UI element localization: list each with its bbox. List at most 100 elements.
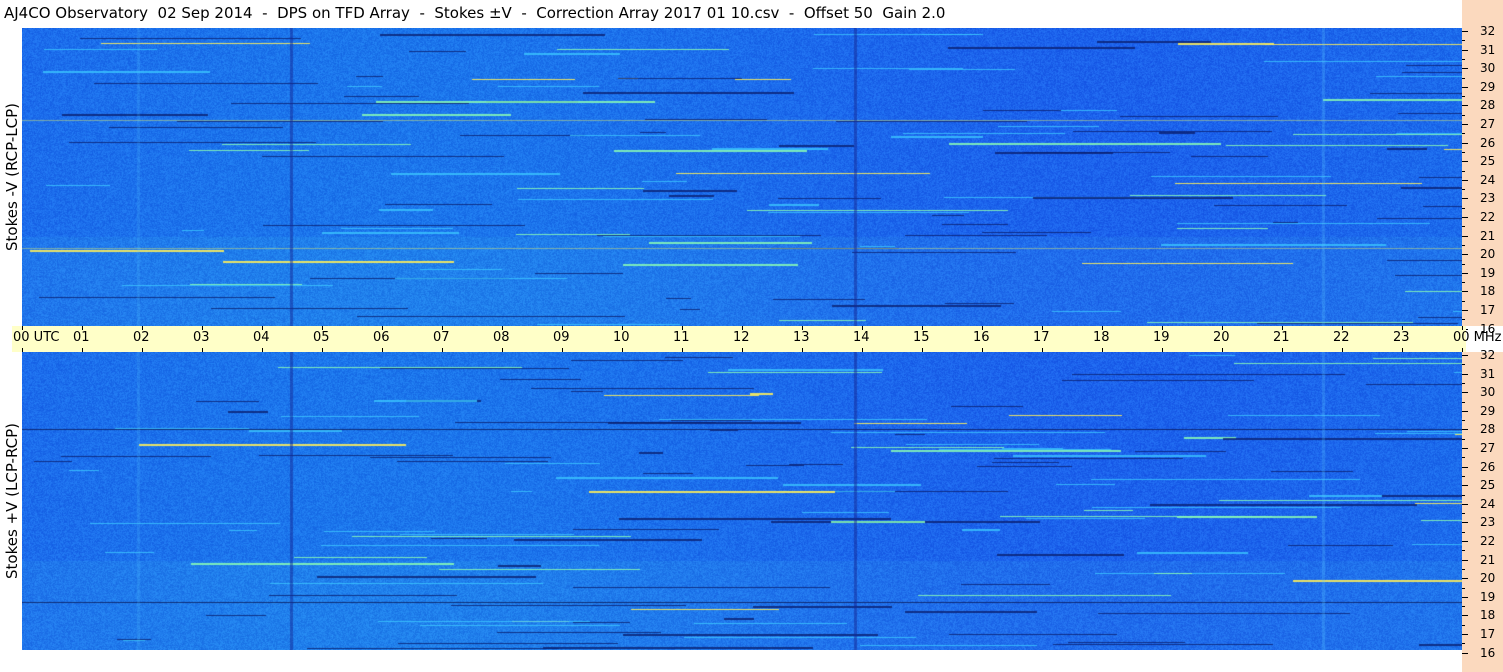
frequency-tick bbox=[1462, 124, 1468, 125]
time-label: 07 bbox=[433, 330, 450, 345]
frequency-label: 26 bbox=[1480, 459, 1496, 474]
frequency-tick bbox=[1462, 522, 1468, 524]
frequency-tick bbox=[1462, 541, 1468, 542]
frequency-label: 23 bbox=[1480, 191, 1496, 206]
frequency-minor-tick bbox=[1462, 40, 1465, 42]
frequency-label: 16 bbox=[1480, 645, 1496, 660]
time-label: 23 bbox=[1393, 330, 1410, 345]
frequency-tick bbox=[1462, 559, 1468, 561]
frequency-tick bbox=[1462, 254, 1468, 256]
frequency-minor-tick bbox=[1462, 300, 1465, 302]
frequency-minor-tick bbox=[1462, 77, 1465, 79]
time-label: 20 bbox=[1213, 330, 1230, 345]
frequency-tick bbox=[1462, 392, 1468, 394]
frequency-minor-tick bbox=[1462, 475, 1465, 477]
frequency-label: 21 bbox=[1480, 228, 1496, 243]
time-label: 02 bbox=[133, 330, 150, 345]
time-label: 10 bbox=[613, 330, 630, 345]
time-label: 11 bbox=[673, 330, 690, 345]
frequency-minor-tick bbox=[1462, 531, 1465, 533]
frequency-label: 29 bbox=[1480, 403, 1496, 418]
time-label: 19 bbox=[1153, 330, 1170, 345]
frequency-label: 21 bbox=[1480, 552, 1496, 567]
frequency-tick bbox=[1462, 634, 1468, 635]
frequency-label: 25 bbox=[1480, 154, 1496, 169]
time-label: 13 bbox=[793, 330, 810, 345]
frequency-tick bbox=[1462, 235, 1468, 237]
frequency-minor-tick bbox=[1462, 263, 1465, 265]
frequency-minor-tick bbox=[1462, 643, 1465, 645]
top-frequency-scale: 32 31 30 29 28 27 26 25 24 23 22 21 20 19 18 17 16 bbox=[1462, 24, 1503, 335]
frequency-label: 30 bbox=[1480, 61, 1496, 76]
time-label: 22 bbox=[1333, 330, 1350, 345]
time-label: 00 UTC bbox=[13, 330, 60, 345]
frequency-tick bbox=[1462, 373, 1468, 375]
frequency-minor-tick bbox=[1462, 364, 1465, 366]
time-label: 21 bbox=[1273, 330, 1290, 345]
frequency-minor-tick bbox=[1462, 587, 1465, 589]
frequency-label: 18 bbox=[1480, 284, 1496, 299]
frequency-label: 25 bbox=[1480, 478, 1496, 493]
frequency-tick bbox=[1462, 161, 1468, 163]
frequency-minor-tick bbox=[1462, 226, 1465, 228]
frequency-label: 28 bbox=[1480, 422, 1496, 437]
frequency-label: 31 bbox=[1480, 42, 1496, 57]
frequency-tick bbox=[1462, 485, 1468, 487]
frequency-minor-tick bbox=[1462, 494, 1465, 496]
frequency-minor-tick bbox=[1462, 550, 1465, 552]
frequency-label: 31 bbox=[1480, 366, 1496, 381]
frequency-tick bbox=[1462, 652, 1468, 654]
frequency-minor-tick bbox=[1462, 282, 1465, 284]
frequency-tick bbox=[1462, 503, 1468, 505]
time-label: 05 bbox=[313, 330, 330, 345]
frequency-minor-tick bbox=[1462, 58, 1465, 60]
frequency-tick bbox=[1462, 410, 1468, 412]
frequency-label: 32 bbox=[1480, 348, 1496, 362]
time-label: 01 bbox=[73, 330, 90, 345]
frequency-label: 27 bbox=[1480, 117, 1496, 131]
frequency-label: 22 bbox=[1480, 534, 1496, 548]
frequency-minor-tick bbox=[1462, 382, 1465, 384]
frequency-label: 19 bbox=[1480, 265, 1496, 280]
frequency-label: 24 bbox=[1480, 496, 1496, 511]
frequency-minor-tick bbox=[1462, 244, 1465, 246]
frequency-label: 32 bbox=[1480, 24, 1496, 38]
frequency-tick bbox=[1462, 429, 1468, 431]
frequency-minor-tick bbox=[1462, 568, 1465, 570]
frequency-label: 20 bbox=[1480, 247, 1496, 262]
time-label: 16 bbox=[973, 330, 990, 345]
frequency-minor-tick bbox=[1462, 189, 1465, 191]
frequency-tick bbox=[1462, 466, 1468, 468]
frequency-label: 23 bbox=[1480, 515, 1496, 530]
frequency-tick bbox=[1462, 448, 1468, 449]
frequency-minor-tick bbox=[1462, 133, 1465, 135]
frequency-label: 29 bbox=[1480, 79, 1496, 94]
bottom-spectrogram-canvas bbox=[22, 352, 1462, 650]
frequency-label: 28 bbox=[1480, 98, 1496, 113]
top-spectrogram-canvas bbox=[22, 28, 1462, 326]
frequency-tick bbox=[1462, 310, 1468, 311]
top-panel-ylabel: Stokes -V (RCP-LCP) bbox=[2, 28, 22, 326]
frequency-tick bbox=[1462, 198, 1468, 200]
frequency-minor-tick bbox=[1462, 319, 1465, 321]
time-label: 04 bbox=[253, 330, 270, 345]
time-label: 09 bbox=[553, 330, 570, 345]
frequency-tick bbox=[1462, 31, 1468, 32]
frequency-tick bbox=[1462, 291, 1468, 293]
frequency-label: 17 bbox=[1480, 627, 1496, 641]
bottom-frequency-scale: 32 31 30 29 28 27 26 25 24 23 22 21 20 19 18 17 16 bbox=[1462, 348, 1503, 672]
frequency-label: 24 bbox=[1480, 172, 1496, 187]
frequency-minor-tick bbox=[1462, 624, 1465, 626]
frequency-minor-tick bbox=[1462, 114, 1465, 116]
bottom-panel-ylabel: Stokes +V (LCP-RCP) bbox=[2, 352, 22, 650]
frequency-minor-tick bbox=[1462, 457, 1465, 459]
frequency-tick bbox=[1462, 179, 1468, 181]
frequency-label: 18 bbox=[1480, 608, 1496, 623]
frequency-tick bbox=[1462, 355, 1468, 356]
frequency-label: 30 bbox=[1480, 385, 1496, 400]
frequency-tick bbox=[1462, 272, 1468, 274]
time-label: 15 bbox=[913, 330, 930, 345]
bottom-panel-ylabel-text: Stokes +V (LCP-RCP) bbox=[3, 423, 21, 579]
spectrogram-title: AJ4CO Observatory 02 Sep 2014 - DPS on T… bbox=[4, 4, 946, 22]
time-label: 06 bbox=[373, 330, 390, 345]
